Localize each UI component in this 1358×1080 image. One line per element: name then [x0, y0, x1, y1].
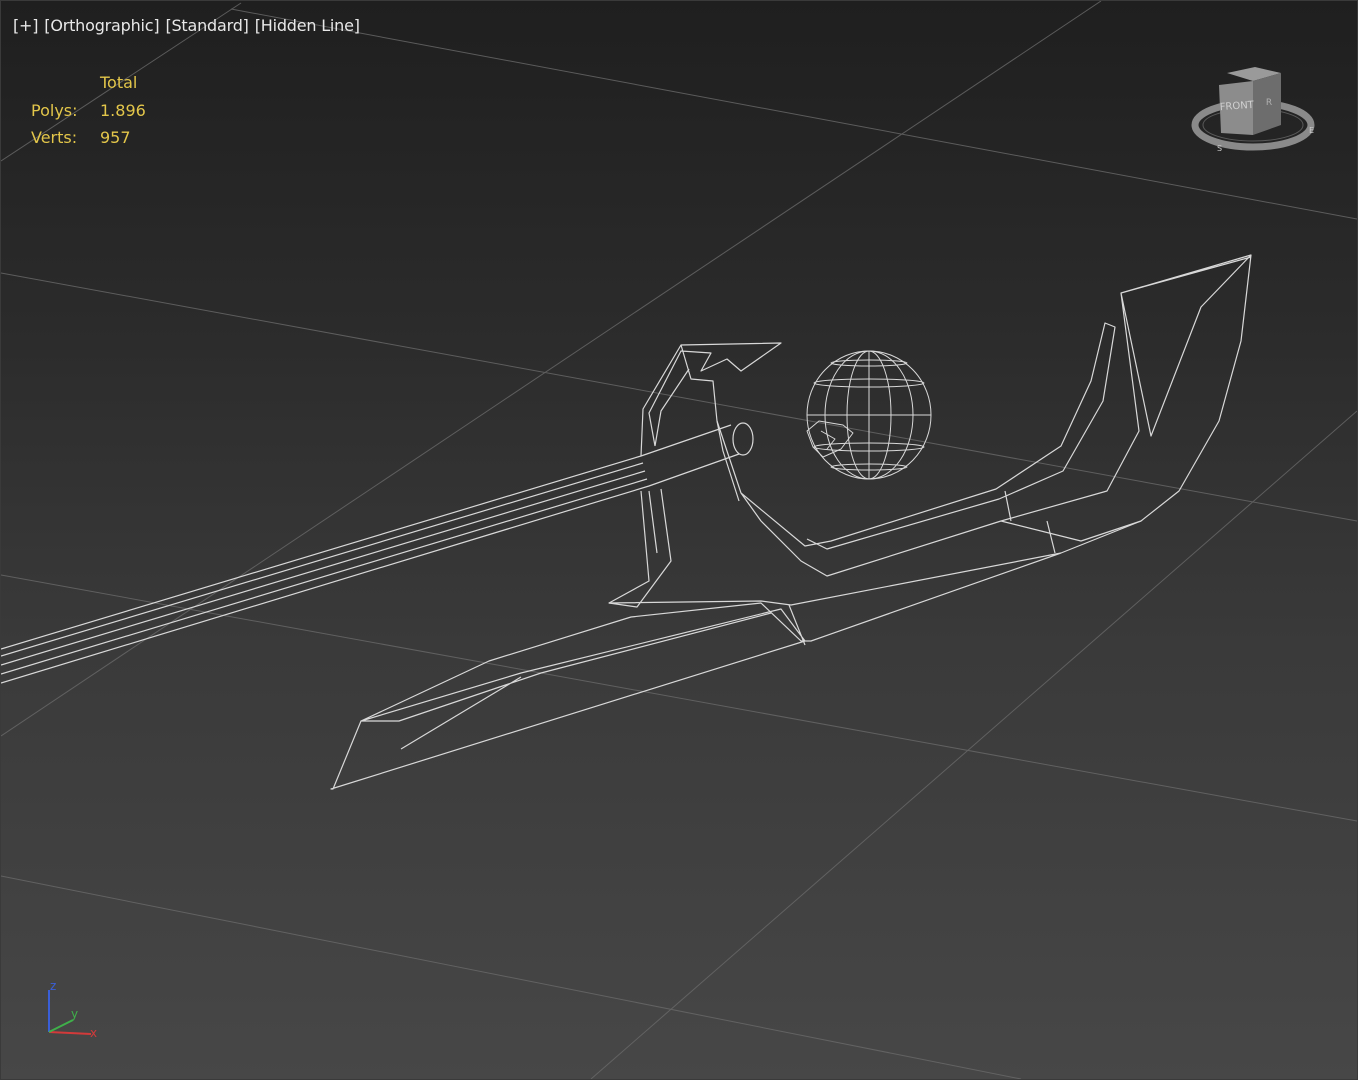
home-grid	[1, 1, 1357, 1079]
verts-value: 957	[100, 128, 131, 147]
viewport-label-menu[interactable]: [+] [Orthographic] [Standard] [Hidden Li…	[13, 16, 360, 35]
viewport-display-mode-menu[interactable]: [Hidden Line]	[255, 16, 360, 35]
stats-polys-row: Polys: 1.896	[31, 97, 146, 125]
shaft-cap	[732, 422, 754, 456]
sphere	[806, 350, 932, 480]
axis-tripod: z y x	[48, 979, 97, 1040]
polys-label: Polys:	[31, 100, 78, 120]
axis-y-label: y	[71, 1007, 78, 1021]
viewport-shading-style-menu[interactable]: [Standard]	[165, 16, 248, 35]
polys-value: 1.896	[100, 100, 146, 120]
axis-x-label: x	[90, 1026, 97, 1040]
viewport-perspective[interactable]: [+] [Orthographic] [Standard] [Hidden Li…	[0, 0, 1358, 1080]
weapon-wireframe[interactable]	[1, 254, 1252, 790]
scene-canvas[interactable]	[1, 1, 1357, 1079]
viewport-general-menu[interactable]: [+]	[13, 16, 38, 35]
shaft	[1, 424, 740, 684]
viewcube-compass-mark-s: S	[1217, 144, 1222, 153]
stats-verts-row: Verts: 957	[31, 124, 146, 152]
viewcube-compass-mark-e: E	[1309, 126, 1314, 135]
axis-y-line	[48, 1019, 74, 1033]
stats-header-row: Total	[31, 69, 146, 97]
viewcube[interactable]: FRONT R S E	[1191, 63, 1321, 163]
stats-header: Total	[100, 73, 138, 92]
statistics-overlay: Total Polys: 1.896 Verts: 957	[31, 69, 146, 152]
viewcube-right-label: R	[1266, 98, 1272, 108]
viewport-point-of-view-menu[interactable]: [Orthographic]	[44, 16, 159, 35]
hook	[716, 254, 1252, 577]
guard	[608, 342, 782, 608]
verts-label: Verts:	[31, 128, 78, 147]
axis-x-line	[48, 1031, 92, 1035]
blade	[330, 520, 1142, 790]
axis-z-label: z	[50, 979, 56, 993]
